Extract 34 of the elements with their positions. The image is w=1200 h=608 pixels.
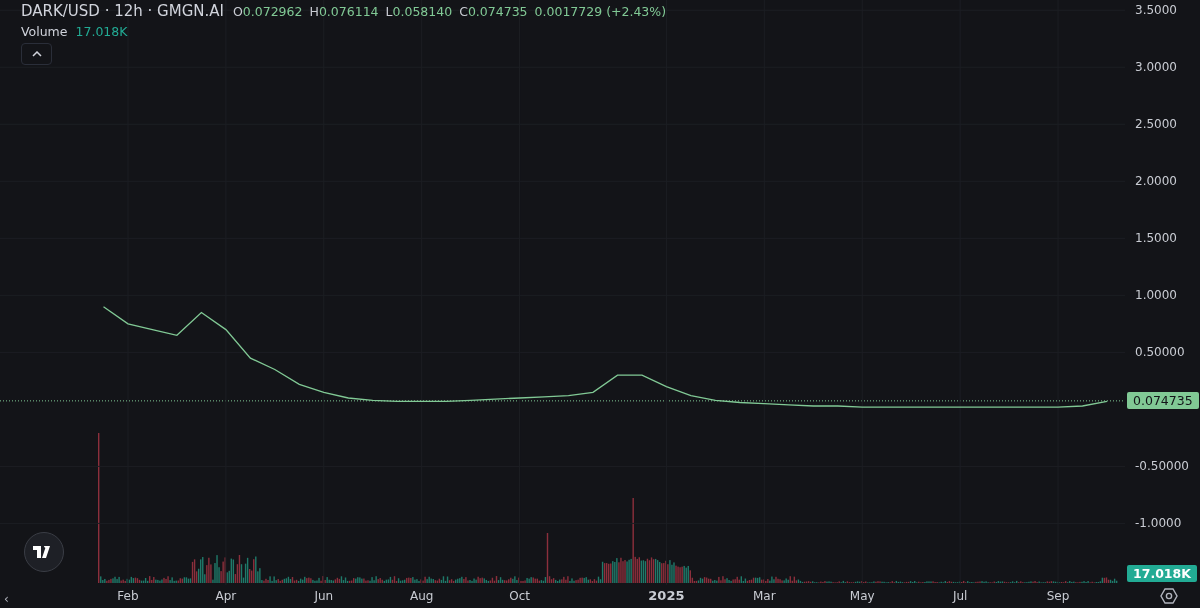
price-axis-label: 2.0000 <box>1135 174 1177 189</box>
price-axis-label: 0.50000 <box>1135 345 1185 360</box>
time-axis-label: Jul <box>952 589 968 603</box>
ohlc-value: C0.074735 <box>459 4 528 19</box>
scroll-left-button[interactable]: ‹ <box>4 592 9 606</box>
price-axis-label: 2.5000 <box>1135 117 1177 132</box>
price-axis-label: -0.50000 <box>1135 459 1189 474</box>
time-axis-label: 2025 <box>648 588 685 603</box>
time-axis-label: Sep <box>1046 589 1070 603</box>
last-volume-tag: 17.018K <box>1127 565 1197 582</box>
time-axis-label: Aug <box>409 589 434 603</box>
symbol-title: DARK/USD · 12h · GMGN.AI <box>21 2 224 20</box>
price-axis-label: -1.0000 <box>1135 516 1182 531</box>
price-axis-label: 1.5000 <box>1135 231 1177 246</box>
logo-icon[interactable] <box>24 532 64 572</box>
price-axis-label: 3.0000 <box>1135 60 1177 75</box>
price-axis-label: 3.5000 <box>1135 3 1177 18</box>
time-axis-label: Mar <box>753 589 776 603</box>
time-axis-label: Apr <box>215 589 237 603</box>
price-axis-label: 1.0000 <box>1135 288 1177 303</box>
collapse-button[interactable] <box>21 43 52 65</box>
volume-value: 17.018K <box>75 24 128 39</box>
time-axis-label: Oct <box>509 589 530 603</box>
chevron-up-icon <box>31 51 42 57</box>
time-axis-label: Feb <box>117 589 139 603</box>
ohlc-value: O0.072962 <box>233 4 303 19</box>
volume-label: Volume <box>21 24 68 39</box>
time-axis-label: Jun <box>314 589 334 603</box>
ohlc-value: L0.058140 <box>385 4 453 19</box>
settings-icon[interactable] <box>1160 587 1178 605</box>
last-price-tag: 0.074735 <box>1127 391 1199 409</box>
ohlc-value: H0.076114 <box>309 4 379 19</box>
price-change: 0.0017729 (+2.43%) <box>534 4 667 19</box>
time-axis-label: May <box>849 589 875 603</box>
